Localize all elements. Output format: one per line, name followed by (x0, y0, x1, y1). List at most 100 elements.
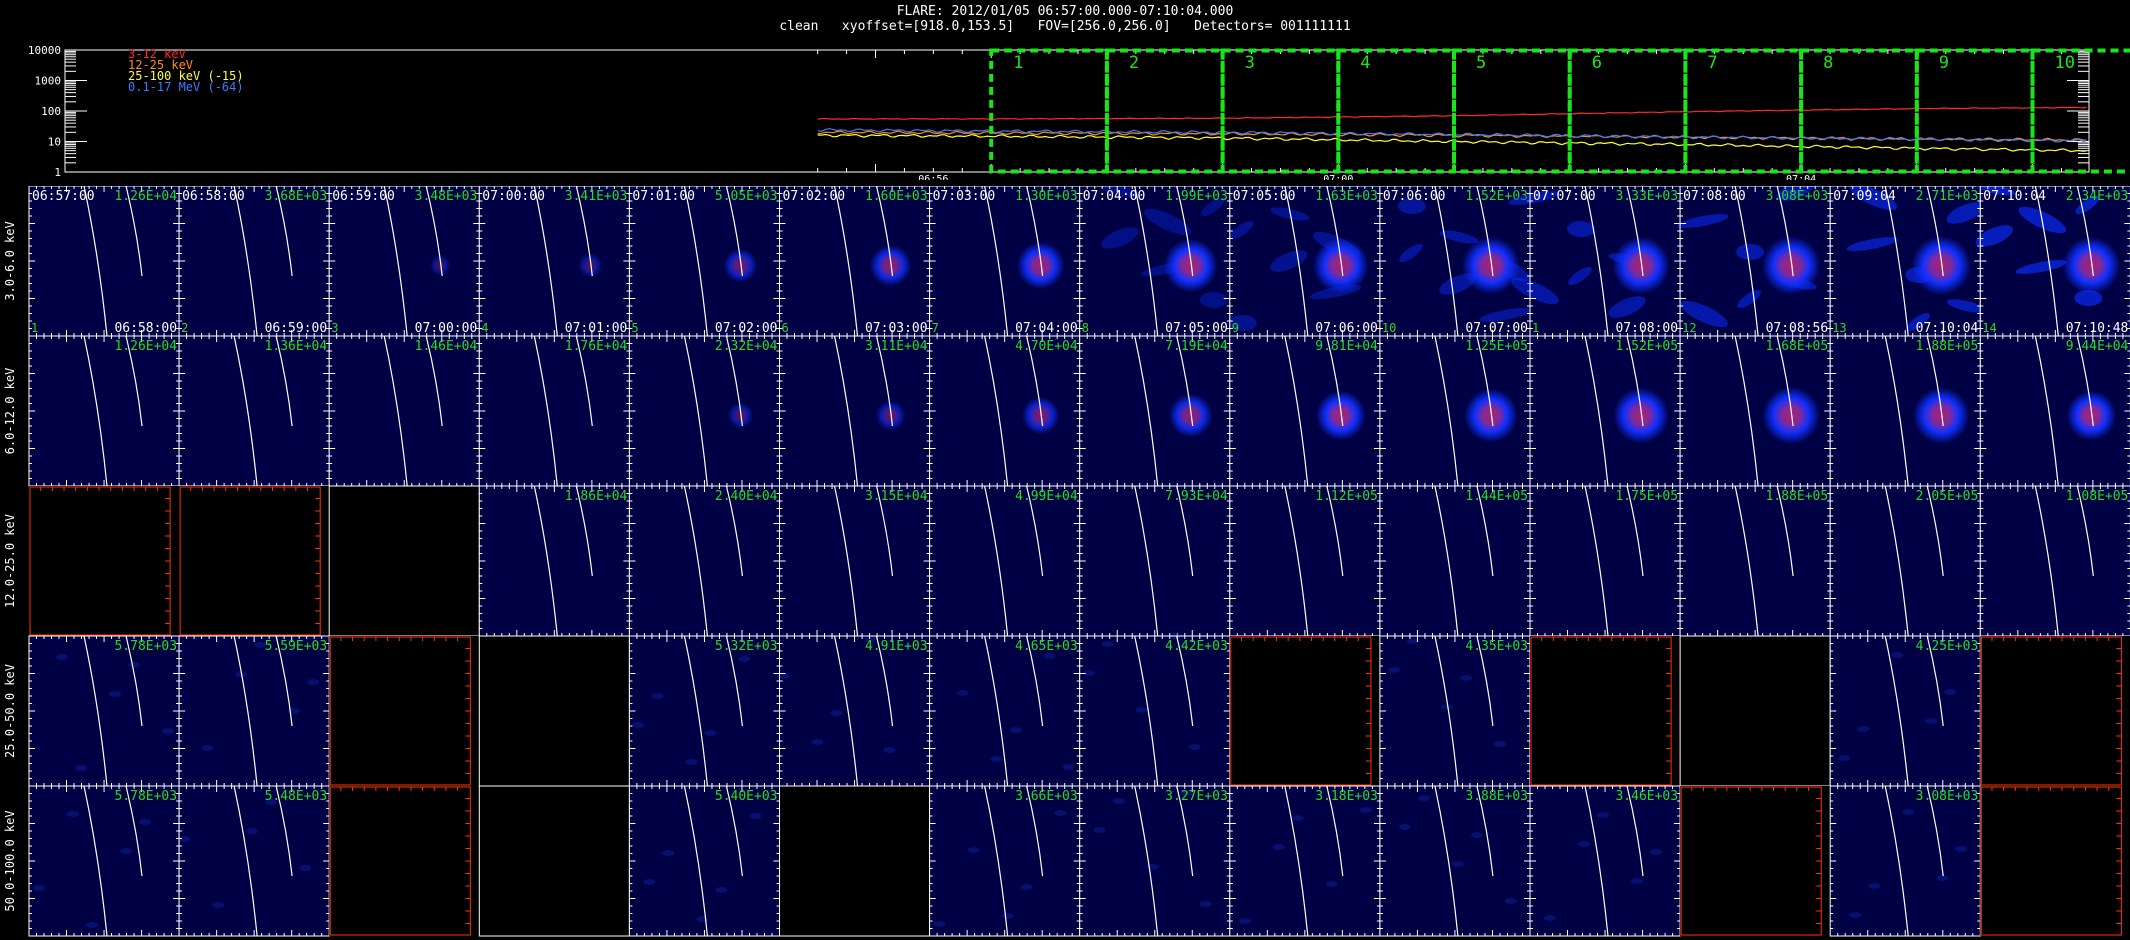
noise-blob (662, 850, 675, 856)
peak-value-label: 3.48E+03 (415, 189, 478, 204)
noise-blob (56, 654, 68, 660)
noise-blob (246, 828, 259, 834)
noise-blob (1325, 881, 1338, 887)
flare-title: FLARE: 2012/01/05 06:57:00.000-07:10:04.… (896, 4, 1234, 19)
end-time-label: 06:58:00 (114, 321, 177, 336)
empty-panel (1229, 636, 1380, 786)
noise-blob (67, 811, 79, 817)
image-panel: 1.25E+05 (1379, 335, 1531, 487)
peak-value-label: 3.33E+03 (1615, 189, 1678, 204)
start-time-label: 07:07:00 (1533, 189, 1596, 204)
noise-blob (956, 690, 969, 696)
start-time-label: 07:08:00 (1683, 189, 1746, 204)
peak-value-label: 3.11E+04 (865, 339, 928, 354)
start-time-label: 06:58:00 (182, 189, 245, 204)
image-panel: 3.08E+03 07:08:00 07:08:56 12 (1677, 186, 1831, 337)
empty-panel (29, 486, 180, 636)
image-panel: 3.48E+03 06:59:00 07:00:00 3 (328, 186, 480, 337)
image-panel: 5.05E+03 07:01:00 07:02:00 5 (628, 186, 781, 337)
noise-blob (749, 813, 762, 819)
flare-source (1315, 390, 1366, 441)
empty-panel (479, 786, 630, 936)
end-time-label: 06:59:00 (265, 321, 328, 336)
image-panel (1679, 635, 1831, 787)
noise-blob (86, 922, 98, 928)
start-time-label: 06:57:00 (32, 189, 95, 204)
noise-blob (696, 916, 709, 922)
interval-label: 5 (1476, 53, 1486, 73)
image-panel: 4.25E+03 (1829, 635, 1981, 787)
noise-blob (1944, 689, 1957, 695)
peak-value-label: 1.60E+03 (865, 189, 928, 204)
noise-blob (1417, 795, 1430, 801)
interval-label: 3 (1245, 53, 1255, 73)
noise-blob (1238, 918, 1251, 924)
noise-blob (1459, 675, 1472, 681)
interval-index-label: 8 (1082, 321, 1089, 335)
plot-header: FLARE: 2012/01/05 06:57:00.000-07:10:04.… (0, 4, 2130, 34)
image-panel: 2.71E+03 07:09:04 07:10:04 13 (1829, 186, 1986, 337)
image-panel: 7.19E+04 (1079, 335, 1231, 487)
end-time-label: 07:00:00 (415, 321, 478, 336)
interval-box (989, 48, 1109, 174)
peak-value-label: 1.12E+05 (1315, 489, 1378, 504)
end-time-label: 07:08:00 (1615, 321, 1678, 336)
flare-source (1612, 236, 1671, 295)
peak-value-label: 4.99E+04 (1015, 489, 1078, 504)
empty-panel (1680, 636, 1831, 786)
interval-box (1914, 48, 2035, 174)
image-panel (328, 485, 480, 637)
noise-blob (75, 765, 87, 771)
image-panel: 4.70E+04 (929, 335, 1081, 487)
image-panel: 4.99E+04 (929, 485, 1081, 637)
peak-value-label: 1.88E+05 (1916, 339, 1979, 354)
peak-value-label: 1.46E+04 (415, 339, 478, 354)
end-time-label: 07:07:00 (1465, 321, 1528, 336)
image-panel: 5.40E+03 (628, 785, 781, 937)
image-panel (1530, 636, 1681, 786)
x-tick-label: 07:04 (1786, 174, 1816, 180)
image-panel: 1.44E+05 (1379, 485, 1531, 637)
peak-value-label: 2.32E+04 (715, 339, 778, 354)
peak-value-label: 5.78E+03 (114, 789, 177, 804)
noise-blob (883, 747, 896, 753)
peak-value-label: 1.30E+03 (1015, 189, 1078, 204)
interval-index-label: 5 (631, 321, 638, 335)
empty-panel (329, 786, 480, 936)
image-panel (478, 635, 630, 787)
flare-source (875, 400, 906, 431)
flare-source (2062, 236, 2121, 295)
image-panel: 1.52E+0307:06:0007:07:0010 (1379, 186, 1531, 337)
image-panel: 5.78E+03 (28, 785, 180, 937)
image-panel: 2.34E+03 07:10:04 07:10:48 14 (1975, 186, 2130, 337)
image-panel: 3.33E+03 07:07:00 07:08:00 1 (1508, 186, 1681, 337)
lightcurve-plot: 10000 1000 100 10 1 06:56 07:00 07:04 3-12 keV12… (28, 44, 2130, 180)
start-time-label: 07:02:00 (783, 189, 846, 204)
noise-blob (715, 887, 728, 893)
noise-blob (1135, 707, 1148, 713)
empty-panel (329, 486, 480, 636)
noise-blob (1470, 832, 1483, 838)
x-tick-label: 06:56 (918, 174, 948, 180)
peak-value-label: 1.25E+05 (1465, 339, 1528, 354)
interval-box (1567, 48, 1688, 174)
peak-value-label: 5.32E+03 (715, 639, 778, 654)
peak-value-label: 1.08E+05 (2066, 489, 2129, 504)
image-panel: 5.78E+03 (28, 635, 180, 787)
empty-panel (179, 486, 330, 636)
peak-value-label: 4.70E+04 (1015, 339, 1078, 354)
noise-blob (1054, 810, 1067, 816)
end-time-label: 07:04:00 (1015, 321, 1078, 336)
image-panel: 1.68E+05 (1679, 335, 1831, 487)
interval-index-label: 7 (932, 321, 939, 335)
image-panel (179, 486, 330, 636)
noise-blob (933, 921, 946, 927)
flare-source (723, 248, 758, 283)
peak-value-label: 5.48E+03 (265, 789, 328, 804)
interval-label: 8 (1823, 53, 1833, 73)
image-panel: 1.12E+05 (1229, 485, 1381, 637)
peak-value-label: 7.93E+04 (1165, 489, 1228, 504)
peak-value-label: 3.68E+03 (265, 189, 328, 204)
lightcurve-frame (64, 49, 2090, 173)
image-panel: 4.65E+03 (929, 635, 1081, 787)
